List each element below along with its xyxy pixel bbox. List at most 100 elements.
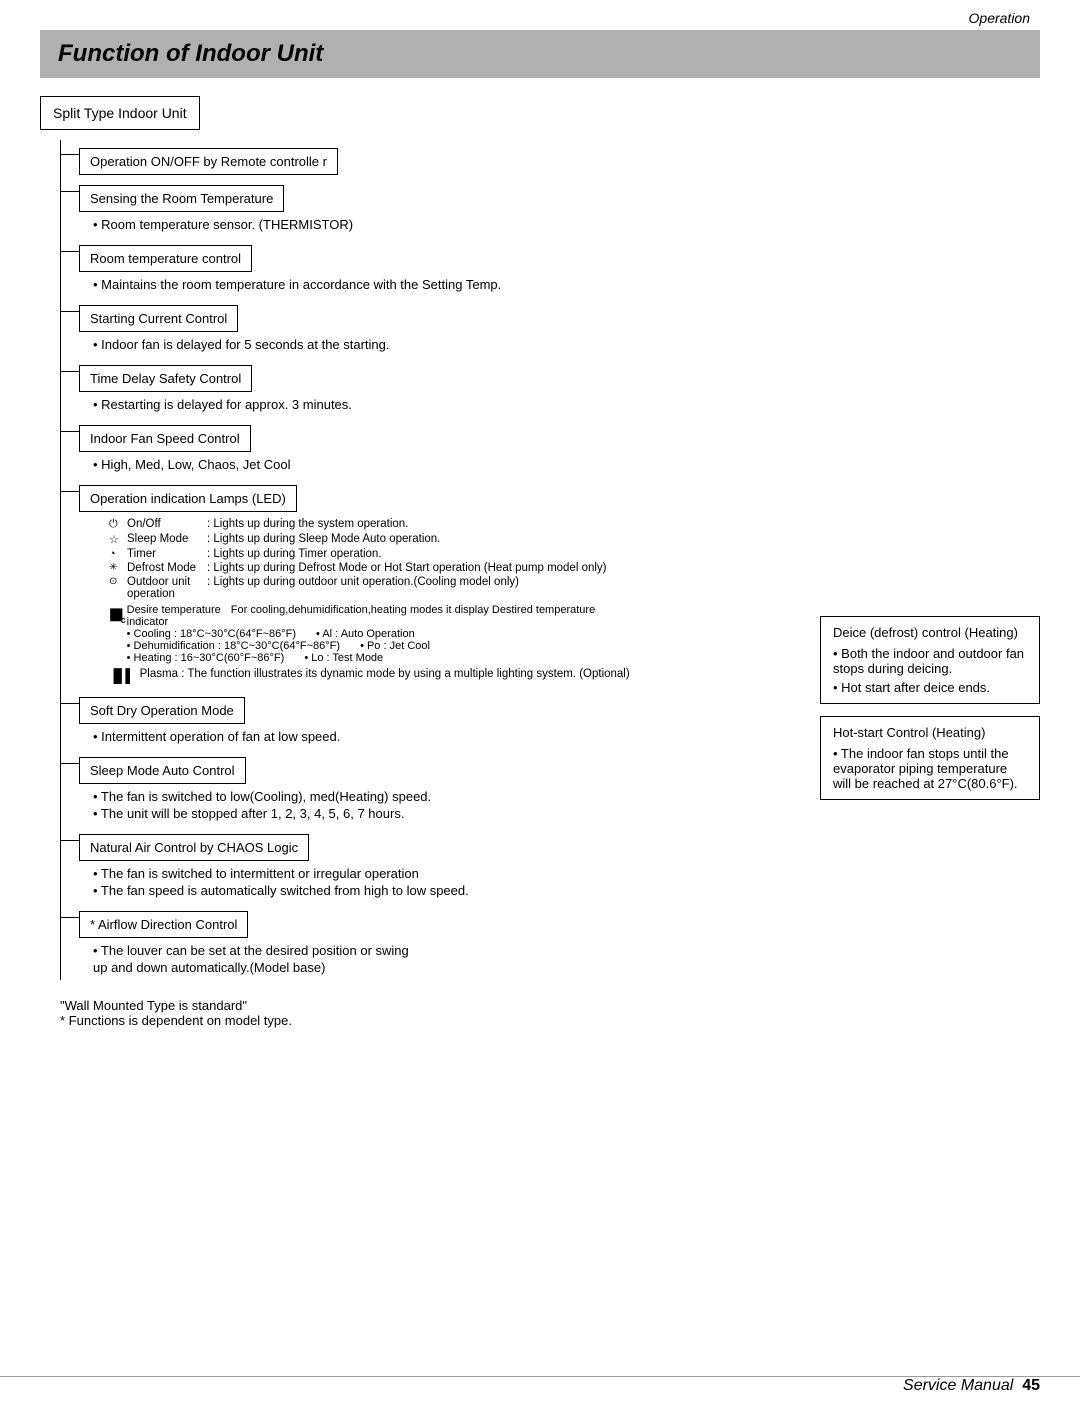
- sleep-mode-box: Sleep Mode Auto Control: [79, 757, 246, 784]
- sensing-row: Sensing the Room Temperature • Room temp…: [61, 177, 800, 237]
- led-item-defrost: ✳ Defrost Mode : Lights up during Defros…: [109, 562, 800, 574]
- deice-box: Deice (defrost) control (Heating) • Both…: [820, 616, 1040, 704]
- sleep-mode-row: Sleep Mode Auto Control • The fan is swi…: [61, 749, 800, 826]
- time-delay-content: Time Delay Safety Control • Restarting i…: [79, 357, 800, 417]
- hotstart-bullet-1: • The indoor fan stops until the evapora…: [833, 746, 1027, 791]
- service-manual-label: Service Manual: [903, 1377, 1013, 1394]
- time-delay-bullet-text: • Restarting is delayed for approx. 3 mi…: [93, 397, 800, 412]
- sensing-box: Sensing the Room Temperature: [79, 185, 284, 212]
- temp-heating: • Heating : 16~30°C(60°F~86°F): [127, 652, 285, 664]
- temp-dehum: • Dehumidification : 18°C~30°C(64°F~86°F…: [127, 640, 340, 652]
- temp-indicator-content: Desire temperature For cooling,dehumidif…: [127, 604, 596, 664]
- sensing-bullet-text: • Room temperature sensor. (THERMISTOR): [93, 217, 800, 232]
- plasma-row: ▐▌▌ Plasma : The function illustrates it…: [109, 668, 800, 683]
- led-item-sleep: ☆ Sleep Mode : Lights up during Sleep Mo…: [109, 533, 800, 546]
- fan-speed-row: Indoor Fan Speed Control • High, Med, Lo…: [61, 417, 800, 477]
- plasma-icon: ▐▌▌: [109, 668, 134, 683]
- airflow-bullets: • The louver can be set at the desired p…: [93, 943, 800, 975]
- sensing-label: Sensing the Room Temperature: [90, 191, 273, 206]
- soft-dry-label: Soft Dry Operation Mode: [90, 703, 234, 718]
- fan-speed-content: Indoor Fan Speed Control • High, Med, Lo…: [79, 417, 800, 477]
- soft-dry-row: Soft Dry Operation Mode • Intermittent o…: [61, 689, 800, 749]
- h-line11: [61, 917, 79, 918]
- room-temp-label: Room temperature control: [90, 251, 241, 266]
- soft-dry-bullet-text: • Intermittent operation of fan at low s…: [93, 729, 800, 744]
- natural-air-content: Natural Air Control by CHAOS Logic • The…: [79, 826, 800, 903]
- page-footer: Service Manual 45: [0, 1376, 1080, 1395]
- h-line6: [61, 431, 79, 432]
- h-line: [61, 154, 79, 155]
- timer-icon: ◔: [109, 548, 127, 560]
- on-off-label: Operation ON/OFF by Remote controlle r: [90, 154, 327, 169]
- room-temp-content: Room temperature control • Maintains the…: [79, 237, 800, 297]
- footer-note-1: "Wall Mounted Type is standard": [60, 998, 1040, 1013]
- title-bar: Function of Indoor Unit: [40, 30, 1040, 78]
- room-temp-bullet-text: • Maintains the room temperature in acco…: [93, 277, 800, 292]
- led-label: Operation indication Lamps (LED): [90, 491, 286, 506]
- soft-dry-box: Soft Dry Operation Mode: [79, 697, 245, 724]
- led-outdoor-label: Outdoor unitoperation: [127, 576, 207, 600]
- led-table: ⏻ On/Off : Lights up during the system o…: [109, 518, 800, 600]
- led-timer-desc: : Lights up during Timer operation.: [207, 548, 800, 560]
- sleep-mode-bullet-1: • The fan is switched to low(Cooling), m…: [93, 789, 800, 804]
- led-onoff-label: On/Off: [127, 518, 207, 530]
- h-line10: [61, 840, 79, 841]
- onoff-icon: ⏻: [109, 518, 127, 531]
- room-temp-box: Room temperature control: [79, 245, 252, 272]
- header-operation: Operation: [40, 0, 1040, 30]
- h-line7: [61, 491, 79, 492]
- sleep-icon: ☆: [109, 533, 127, 546]
- on-off-box: Operation ON/OFF by Remote controlle r: [79, 148, 338, 175]
- sleep-mode-label: Sleep Mode Auto Control: [90, 763, 235, 778]
- left-column: Split Type Indoor Unit Operation ON/OFF …: [40, 96, 800, 980]
- led-item-outdoor: ⊙ Outdoor unitoperation : Lights up duri…: [109, 576, 800, 600]
- footer-note-2: * Functions is dependent on model type.: [60, 1013, 1040, 1028]
- led-defrost-desc: : Lights up during Defrost Mode or Hot S…: [207, 562, 800, 574]
- fan-speed-box: Indoor Fan Speed Control: [79, 425, 251, 452]
- sleep-mode-bullets: • The fan is switched to low(Cooling), m…: [93, 789, 800, 821]
- led-item-timer: ◔ Timer : Lights up during Timer operati…: [109, 548, 800, 560]
- content-area: Split Type Indoor Unit Operation ON/OFF …: [40, 96, 1040, 980]
- led-row: Operation indication Lamps (LED) ⏻ On/Of…: [61, 477, 800, 689]
- fan-speed-bullet: • High, Med, Low, Chaos, Jet Cool: [93, 457, 800, 472]
- temp-desire-label: Desire temperature: [127, 604, 221, 616]
- soft-dry-bullet: • Intermittent operation of fan at low s…: [93, 729, 800, 744]
- plasma-content: Plasma : The function illustrates its dy…: [140, 668, 630, 680]
- natural-air-box: Natural Air Control by CHAOS Logic: [79, 834, 309, 861]
- temp-indicator-label: indicator: [127, 616, 169, 628]
- led-content: Operation indication Lamps (LED) ⏻ On/Of…: [79, 477, 800, 689]
- fan-speed-bullet-text: • High, Med, Low, Chaos, Jet Cool: [93, 457, 800, 472]
- soft-dry-content: Soft Dry Operation Mode • Intermittent o…: [79, 689, 800, 749]
- sleep-mode-content: Sleep Mode Auto Control • The fan is swi…: [79, 749, 800, 826]
- starting-bullet: • Indoor fan is delayed for 5 seconds at…: [93, 337, 800, 352]
- natural-air-bullet-1: • The fan is switched to intermittent or…: [93, 866, 800, 881]
- temp-sub-row-1: • Cooling : 18°C~30°C(64°F~86°F) • Al : …: [127, 628, 596, 640]
- right-column: Deice (defrost) control (Heating) • Both…: [820, 616, 1040, 980]
- split-type-box: Split Type Indoor Unit: [40, 96, 200, 130]
- hotstart-title: Hot-start Control (Heating): [833, 725, 1027, 740]
- temp-sub-row-3: • Heating : 16~30°C(60°F~86°F) • Lo : Te…: [127, 652, 596, 664]
- temp-indicator-top-row: Desire temperature For cooling,dehumidif…: [127, 604, 596, 616]
- airflow-box: * Airflow Direction Control: [79, 911, 248, 938]
- page-wrapper: Operation Function of Indoor Unit Split …: [0, 0, 1080, 1405]
- split-type-label: Split Type Indoor Unit: [53, 105, 187, 121]
- operation-label: Operation: [969, 10, 1030, 26]
- plasma-label: Plasma: [140, 668, 178, 680]
- temp-cooling: • Cooling : 18°C~30°C(64°F~86°F): [127, 628, 296, 640]
- deice-bullet-2: • Hot start after deice ends.: [833, 680, 1027, 695]
- natural-air-row: Natural Air Control by CHAOS Logic • The…: [61, 826, 800, 903]
- airflow-row: * Airflow Direction Control • The louver…: [61, 903, 800, 980]
- led-item-onoff: ⏻ On/Off : Lights up during the system o…: [109, 518, 800, 531]
- page-title: Function of Indoor Unit: [58, 40, 1022, 68]
- sleep-mode-bullet-2: • The unit will be stopped after 1, 2, 3…: [93, 806, 800, 821]
- plasma-desc: : The function illustrates its dynamic m…: [181, 668, 630, 680]
- sensing-content: Sensing the Room Temperature • Room temp…: [79, 177, 800, 237]
- led-box: Operation indication Lamps (LED): [79, 485, 297, 512]
- room-temp-row: Room temperature control • Maintains the…: [61, 237, 800, 297]
- h-line8: [61, 703, 79, 704]
- natural-air-label: Natural Air Control by CHAOS Logic: [90, 840, 298, 855]
- airflow-bullet-1: • The louver can be set at the desired p…: [93, 943, 800, 958]
- temp-lo: • Lo : Test Mode: [304, 652, 383, 664]
- airflow-content: * Airflow Direction Control • The louver…: [79, 903, 800, 980]
- natural-air-bullets: • The fan is switched to intermittent or…: [93, 866, 800, 898]
